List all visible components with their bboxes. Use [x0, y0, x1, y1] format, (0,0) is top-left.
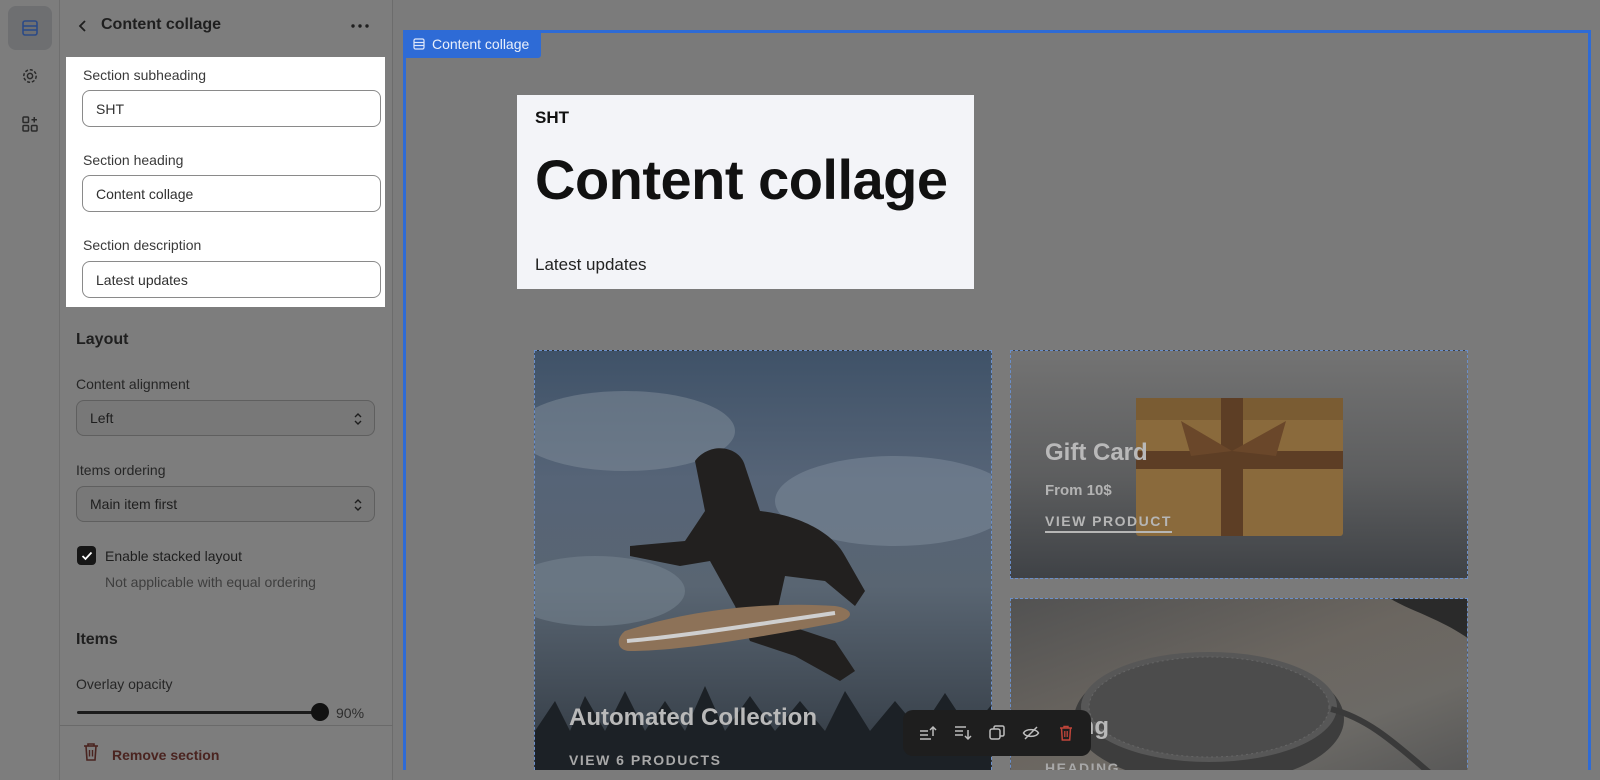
remove-section-button[interactable]: Remove section [60, 725, 393, 780]
heading-label: Section heading [83, 152, 184, 168]
move-down-icon [954, 726, 972, 741]
settings-nav-button[interactable] [8, 54, 52, 98]
duplicate-icon [989, 725, 1005, 740]
preview-subheading: SHT [535, 108, 569, 127]
items-ordering-label: Items ordering [76, 462, 166, 478]
items-ordering-select[interactable]: Main item first [76, 486, 375, 522]
checkmark-icon [81, 551, 92, 560]
delete-icon [1059, 725, 1072, 741]
gift-card-price: From 10$ [1045, 482, 1112, 499]
section-settings-panel: Content collage Section subheading SHT S… [60, 0, 393, 780]
description-input[interactable]: Latest updates [82, 261, 381, 298]
content-alignment-value: Left [90, 410, 114, 426]
icon-rail [0, 0, 60, 780]
stacked-layout-label[interactable]: Enable stacked layout [105, 548, 242, 564]
collage-item-main[interactable]: Automated Collection VIEW 6 PRODUCTS [534, 350, 992, 770]
overlay-opacity-slider-thumb[interactable] [310, 703, 329, 721]
preview-heading: Content collage [535, 148, 948, 211]
select-arrows-icon [354, 413, 362, 425]
items-heading: Items [76, 631, 118, 648]
layout-heading: Layout [76, 331, 129, 348]
delete-button[interactable] [1052, 719, 1080, 747]
speaker-item-link[interactable]: HEADING [1045, 760, 1120, 770]
section-preview[interactable]: SHT Content collage Latest updates Autom… [403, 30, 1591, 770]
overlay-opacity-value: 90% [336, 705, 365, 721]
gift-card-title: Gift Card [1045, 439, 1148, 466]
duplicate-button[interactable] [983, 719, 1011, 747]
more-horizontal-icon [351, 24, 369, 28]
content-alignment-label: Content alignment [76, 376, 190, 392]
move-up-icon [920, 725, 937, 740]
gift-card-link[interactable]: VIEW PRODUCT [1045, 513, 1172, 533]
move-up-button[interactable] [914, 719, 942, 747]
items-ordering-value: Main item first [90, 496, 178, 512]
section-tag-label: Content collage [432, 36, 530, 52]
back-button[interactable] [70, 12, 96, 40]
subheading-input[interactable]: SHT [82, 90, 381, 127]
panel-title: Content collage [101, 16, 222, 33]
sections-icon [413, 38, 425, 50]
sections-nav-button[interactable] [8, 6, 52, 50]
more-actions-button[interactable] [345, 12, 375, 40]
section-toolbar [903, 710, 1091, 756]
hide-button[interactable] [1017, 719, 1045, 747]
content-alignment-select[interactable]: Left [76, 400, 375, 436]
section-heading-block[interactable]: SHT Content collage Latest updates [517, 95, 974, 289]
gear-icon [23, 69, 37, 83]
heading-input[interactable]: Content collage [82, 175, 381, 212]
hide-icon [1023, 726, 1040, 740]
select-arrows-icon [354, 499, 362, 511]
remove-section-label: Remove section [112, 747, 220, 763]
main-item-title: Automated Collection [569, 704, 818, 731]
overlay-opacity-label: Overlay opacity [76, 676, 173, 692]
stacked-layout-help: Not applicable with equal ordering [105, 574, 316, 590]
description-label: Section description [83, 237, 202, 253]
sections-icon [22, 20, 38, 36]
chevron-left-icon [78, 20, 86, 32]
panel-header: Content collage [60, 0, 393, 52]
stacked-layout-checkbox[interactable] [77, 546, 96, 565]
preview-description: Latest updates [535, 255, 647, 274]
section-text-fields: Section subheading SHT Section heading C… [66, 57, 385, 307]
main-item-link[interactable]: VIEW 6 PRODUCTS [569, 752, 721, 768]
subheading-label: Section subheading [83, 67, 206, 83]
trash-icon [84, 743, 98, 761]
apps-nav-button[interactable] [8, 102, 52, 146]
move-down-button[interactable] [949, 719, 977, 747]
section-selection-tag[interactable]: Content collage [403, 30, 541, 58]
apps-add-icon [22, 116, 38, 132]
collage-item-gift-card[interactable]: Gift Card From 10$ VIEW PRODUCT [1010, 350, 1468, 579]
overlay-opacity-slider[interactable] [77, 711, 320, 714]
